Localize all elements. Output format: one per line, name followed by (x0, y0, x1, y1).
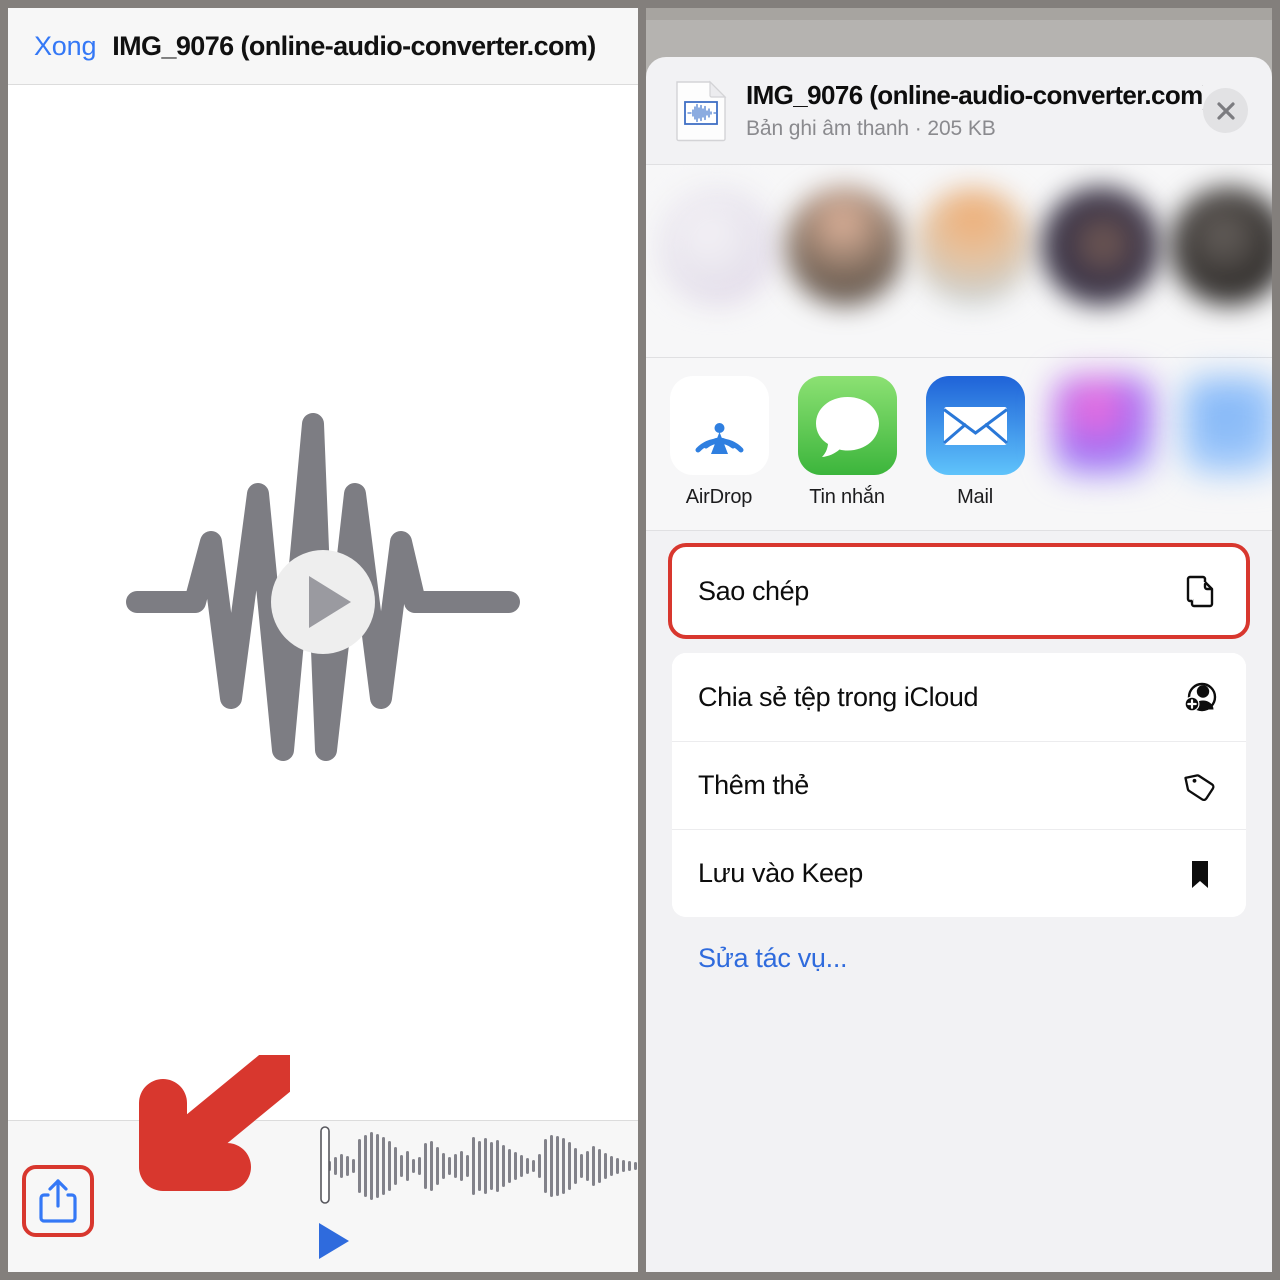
avatar (1170, 187, 1272, 305)
share-target-mail[interactable]: Mail (916, 376, 1034, 509)
play-button[interactable] (313, 1219, 353, 1263)
contact-suggestion[interactable] (658, 187, 776, 335)
share-target-messages[interactable]: Tin nhắn (788, 376, 906, 509)
airdrop-icon (669, 376, 769, 475)
bookmark-icon (1180, 854, 1220, 894)
edit-actions-link[interactable]: Sửa tác vụ... (672, 917, 1246, 974)
avatar (914, 187, 1032, 305)
share-target-label: Tin nhắn (809, 486, 885, 508)
share-sheet: IMG_9076 (online-audio-converter.com) Bả… (646, 57, 1272, 1272)
contact-name (914, 315, 1032, 335)
file-subtitle: Bản ghi âm thanh · 205 KB (746, 117, 996, 140)
share-target-blurred[interactable] (1044, 376, 1162, 486)
share-actions: Sao chép Chia sẻ tệp trong iCloud Thêm t… (646, 531, 1272, 974)
copy-documents-icon (1180, 571, 1220, 611)
blurred-app-icon (1053, 376, 1153, 475)
avatar (1042, 187, 1160, 305)
share-target-label: AirDrop (685, 486, 753, 508)
share-sheet-header: IMG_9076 (online-audio-converter.com) Bả… (646, 57, 1272, 165)
tag-icon (1180, 766, 1220, 806)
contact-name (786, 315, 904, 335)
file-name: IMG_9076 (online-audio-converter.com) (746, 80, 1203, 110)
contact-suggestion[interactable] (1042, 187, 1160, 335)
messages-icon (797, 376, 897, 475)
contact-name (1042, 315, 1160, 335)
blurred-app-icon (1181, 376, 1272, 475)
suggested-contacts-row[interactable] (646, 165, 1272, 358)
contact-suggestion[interactable] (914, 187, 1032, 335)
action-row-add-tag[interactable]: Thêm thẻ (672, 741, 1246, 829)
share-apps-row[interactable]: AirDrop Tin nhắn Mail (646, 358, 1272, 531)
screenshot-root: Xong IMG_9076 (online-audio-converter.co… (0, 0, 1280, 1280)
audio-file-icon (676, 80, 727, 141)
document-preview-area (8, 85, 638, 1119)
mail-icon (925, 376, 1025, 475)
contact-suggestion[interactable] (1170, 187, 1272, 335)
contact-name (1170, 315, 1272, 335)
navigation-bar: Xong IMG_9076 (online-audio-converter.co… (8, 8, 638, 85)
status-bar (646, 8, 1272, 20)
share-target-label: Mail (957, 486, 993, 508)
action-row-copy[interactable]: Sao chép (672, 547, 1246, 635)
action-group-highlighted: Sao chép (668, 543, 1250, 639)
file-meta: IMG_9076 (online-audio-converter.com) Bả… (746, 80, 1203, 141)
action-label: Sao chép (698, 575, 809, 606)
close-x-icon (1216, 101, 1235, 120)
quicklook-preview-panel: Xong IMG_9076 (online-audio-converter.co… (8, 8, 638, 1272)
close-button[interactable] (1203, 88, 1248, 133)
action-group-standard: Chia sẻ tệp trong iCloud Thêm thẻ Lưu và… (672, 653, 1246, 917)
action-row-icloud-share[interactable]: Chia sẻ tệp trong iCloud (672, 653, 1246, 741)
action-label: Thêm thẻ (698, 770, 809, 800)
share-up-arrow-icon (39, 1179, 77, 1223)
share-target-airdrop[interactable]: AirDrop (660, 376, 778, 509)
share-button[interactable] (24, 1167, 92, 1235)
audio-waveform-play-icon (126, 413, 520, 761)
action-label: Chia sẻ tệp trong iCloud (698, 681, 979, 712)
action-row-save-to-keep[interactable]: Lưu vào Keep (672, 829, 1246, 917)
contact-name (658, 315, 776, 335)
group-gap (672, 635, 1246, 653)
avatar (786, 187, 904, 305)
share-sheet-panel: IMG_9076 (online-audio-converter.com) Bả… (646, 8, 1272, 1272)
page-title: IMG_9076 (online-audio-converter.com) (112, 30, 596, 61)
avatar (658, 187, 776, 305)
contact-suggestion[interactable] (786, 187, 904, 335)
share-target-blurred[interactable] (1172, 376, 1272, 486)
add-person-icon (1180, 677, 1220, 717)
audio-waveform-scrubber[interactable] (320, 1121, 638, 1211)
done-button[interactable]: Xong (34, 31, 96, 62)
action-label: Lưu vào Keep (698, 858, 863, 888)
preview-toolbar (8, 1120, 638, 1272)
